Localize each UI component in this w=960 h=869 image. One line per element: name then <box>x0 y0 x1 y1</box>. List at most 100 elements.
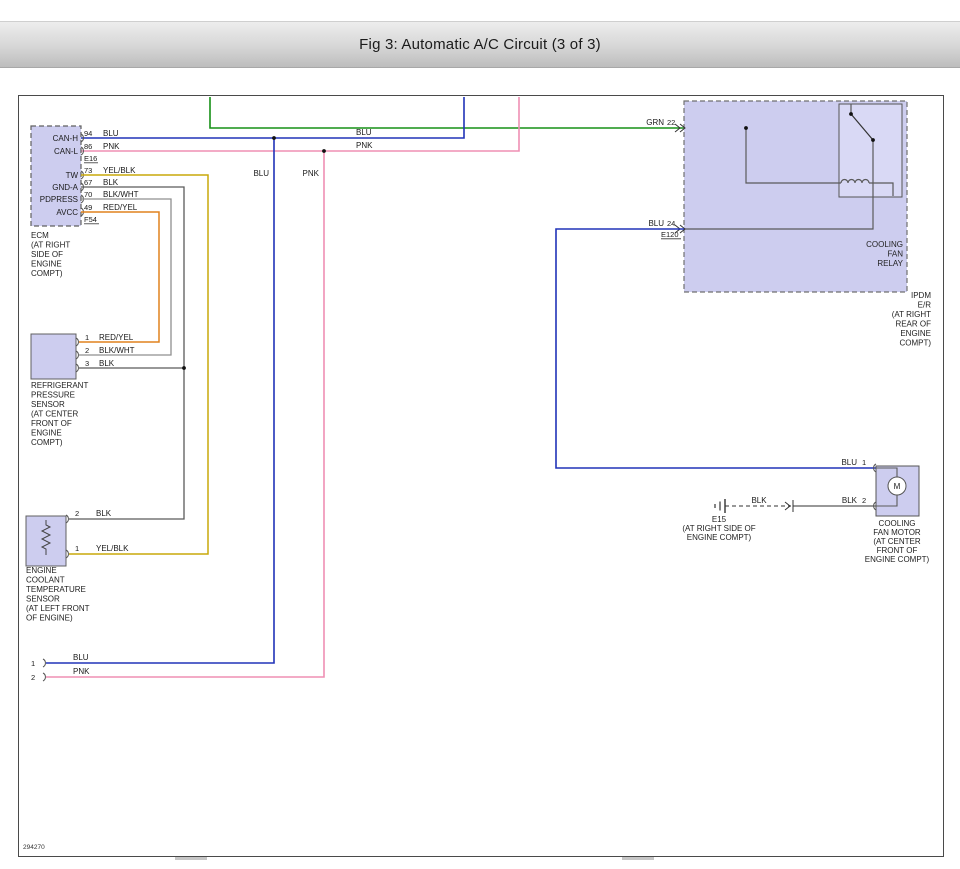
wire-label: BLK <box>99 359 115 368</box>
junction-dot <box>182 366 186 370</box>
pin-number: 70 <box>84 190 92 199</box>
connector-id: F54 <box>84 215 97 224</box>
pin-number: 22 <box>667 118 675 127</box>
caption-line: ENGINE <box>31 260 62 269</box>
caption-line: E/R <box>918 301 932 310</box>
caption-line: TEMPERATURE <box>26 585 86 594</box>
pin-number: 3 <box>85 359 89 368</box>
caption-line: SENSOR <box>26 595 60 604</box>
caption-line: SIDE OF <box>31 250 63 259</box>
pin-number: 1 <box>85 333 89 342</box>
ect-sensor: 2 BLK 1 YEL/BLK ENGINE COOLANT TEMPERATU… <box>26 509 129 623</box>
pin-number: 67 <box>84 178 92 187</box>
caption-line: ENGINE COMPT) <box>687 533 752 542</box>
diagram-canvas: BLU PNK BLU PNK CAN-H CAN-L TW GND-A PDP… <box>18 95 944 857</box>
ground-symbol-icon <box>715 499 725 513</box>
caption-line: (AT RIGHT SIDE OF <box>682 524 755 533</box>
wire-label: RED/YEL <box>99 333 134 342</box>
junction-dot <box>272 136 276 140</box>
wire-label: BLU <box>648 219 664 228</box>
wire-label: BLU <box>841 458 857 467</box>
wire-label: BLU <box>253 169 269 178</box>
page: Fig 3: Automatic A/C Circuit (3 of 3) BL… <box>0 0 960 869</box>
caption-line: FAN MOTOR <box>873 528 921 537</box>
caption-line: REAR OF <box>895 320 931 329</box>
grn-wire <box>210 97 746 128</box>
wire-label: BLU <box>103 129 119 138</box>
scrollbar-fragment <box>175 857 207 860</box>
caption-line: (AT CENTER <box>873 537 920 546</box>
pin-number: 1 <box>862 458 866 467</box>
caption-line: ENGINE COMPT) <box>865 555 930 564</box>
caption-line: COMPT) <box>31 438 63 447</box>
can-bus-wires: BLU PNK BLU PNK <box>46 97 746 677</box>
wire-label: BLK/WHT <box>99 346 135 355</box>
pin-number: 94 <box>84 129 92 138</box>
wire-label: PNK <box>73 667 90 676</box>
caption-line: RELAY <box>877 259 903 268</box>
ecm-signal: AVCC <box>56 208 78 217</box>
caption-line: ECM <box>31 231 49 240</box>
caption-line: COMPT) <box>31 269 63 278</box>
document-id: 294270 <box>23 844 45 851</box>
wire-label: PNK <box>356 141 373 150</box>
connector-chevron-icon <box>785 502 790 510</box>
wire-label: BLK <box>751 496 767 505</box>
junction-dot <box>322 149 326 153</box>
junction-dot <box>871 138 875 142</box>
caption-line: FAN <box>887 250 903 259</box>
caption-line: (AT LEFT FRONT <box>26 604 90 613</box>
ecm-signal: CAN-L <box>54 147 79 156</box>
caption-line: ENGINE <box>31 429 62 438</box>
scrollbar-fragment <box>622 857 654 860</box>
junction-dot <box>744 126 748 130</box>
caption-line: COOLING <box>866 240 903 249</box>
figure-title-bar: Fig 3: Automatic A/C Circuit (3 of 3) <box>0 21 960 68</box>
wire-label: BLK <box>96 509 112 518</box>
pin-number: 86 <box>84 142 92 151</box>
caption-line: REFRIGERANT <box>31 381 88 390</box>
caption-line: (AT RIGHT <box>892 310 931 319</box>
wire-label: BLK/WHT <box>103 190 139 199</box>
pin-number: 1 <box>75 544 79 553</box>
ecm-signal: PDPRESS <box>40 195 78 204</box>
pin-number: 49 <box>84 203 92 212</box>
caption-line: (AT RIGHT <box>31 241 70 250</box>
pin-number: 2 <box>85 346 89 355</box>
pin-number: 1 <box>31 659 35 668</box>
caption-line: PRESSURE <box>31 391 75 400</box>
sensor-box <box>31 334 76 379</box>
pnk-can-l-wire <box>81 97 519 151</box>
wire-label: BLK <box>842 496 858 505</box>
wiring-diagram-svg: BLU PNK BLU PNK CAN-H CAN-L TW GND-A PDP… <box>19 96 943 856</box>
caption-line: OF ENGINE) <box>26 614 73 623</box>
pin-number: 2 <box>75 509 79 518</box>
ecm-signal: TW <box>66 171 79 180</box>
ecm-module: CAN-H CAN-L TW GND-A PDPRESS AVCC 94 86 … <box>31 126 139 278</box>
caption-line: E15 <box>712 515 727 524</box>
caption-line: COOLANT <box>26 576 65 585</box>
wire-label: GRN <box>646 118 664 127</box>
caption-line: ENGINE <box>900 329 931 338</box>
motor-letter: M <box>894 482 901 491</box>
pin-number: 2 <box>31 673 35 682</box>
caption-line: COOLING <box>879 519 916 528</box>
wire-label: PNK <box>303 169 320 178</box>
wire-label: RED/YEL <box>103 203 138 212</box>
red-yel-wire <box>79 212 159 342</box>
caption-line: (AT CENTER <box>31 410 78 419</box>
pin-number: 24 <box>667 219 675 228</box>
wire-label: PNK <box>103 142 120 151</box>
pin-number: 73 <box>84 166 92 175</box>
pin-number: 2 <box>862 496 866 505</box>
connector-id: E120 <box>661 230 679 239</box>
connector-id: E16 <box>84 154 97 163</box>
caption-line: ENGINE <box>26 566 57 575</box>
pin-brackets <box>43 659 45 681</box>
caption-line: FRONT OF <box>31 419 72 428</box>
pnk-branch-wire <box>46 151 324 677</box>
yel-blk-wire <box>69 175 208 554</box>
wire-label: BLK <box>103 178 119 187</box>
blu-can-h-wire <box>81 97 464 138</box>
figure-title: Fig 3: Automatic A/C Circuit (3 of 3) <box>0 22 960 67</box>
